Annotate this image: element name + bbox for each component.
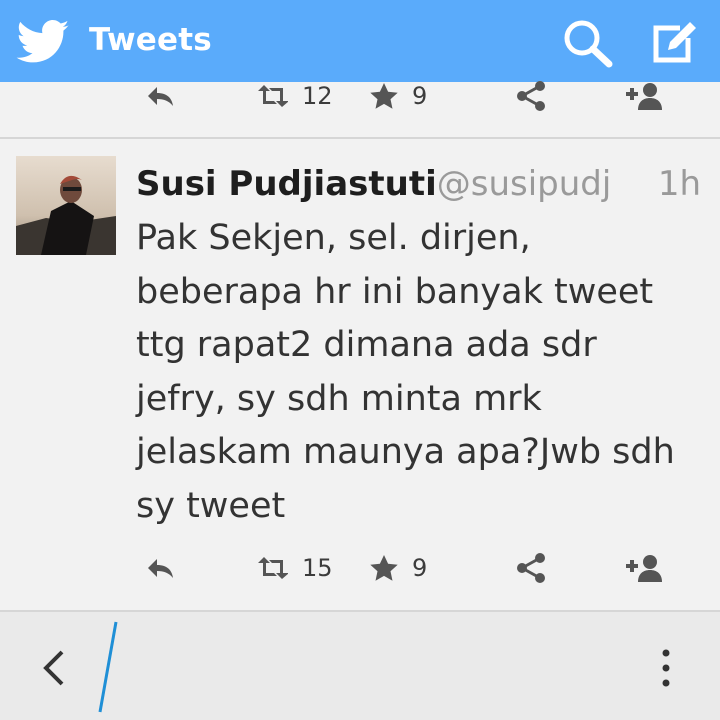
tweet-text-line: jefry, sy sdh minta mrk [136, 378, 542, 419]
retweet-icon [258, 557, 288, 579]
favorite-button[interactable]: 9 [370, 76, 427, 116]
twitter-bird-icon [16, 20, 70, 63]
retweet-icon [258, 85, 288, 107]
share-button[interactable] [516, 548, 546, 588]
tweet-text: Pak Sekjen, sel. dirjen, beberapa hr ini… [136, 212, 706, 533]
add-user-icon [626, 83, 662, 110]
reply-icon [148, 87, 173, 106]
follow-button[interactable] [626, 548, 664, 588]
tweet-divider [0, 137, 720, 139]
favorite-button[interactable]: 9 [370, 548, 427, 588]
add-user-icon [626, 555, 662, 582]
tweet-text-line: Pak Sekjen, sel. dirjen, [136, 218, 531, 258]
page-title: Tweets [89, 22, 212, 58]
tweet-text-line: beberapa hr ini banyak tweet [136, 271, 654, 312]
retweet-count: 12 [302, 82, 333, 110]
retweet-button[interactable]: 15 [258, 548, 333, 588]
favorite-count: 9 [412, 82, 428, 110]
tweet-text-line: jelaskam maunya apa?Jwb sdh [136, 432, 675, 472]
compose-icon[interactable] [650, 20, 698, 64]
bar-separator [98, 621, 118, 713]
share-icon [517, 553, 545, 583]
back-icon[interactable] [40, 648, 70, 688]
tweet-text-line: sy tweet [136, 485, 286, 526]
retweet-button[interactable]: 12 [258, 76, 333, 116]
star-icon [370, 83, 398, 109]
prev-tweet-actions: 12 9 [0, 76, 720, 116]
tweet-time: 1h [647, 164, 701, 204]
reply-icon [148, 559, 173, 578]
retweet-count: 15 [302, 554, 333, 582]
reply-button[interactable] [146, 548, 176, 588]
author-handle[interactable]: @susipudj [437, 164, 612, 204]
avatar[interactable] [16, 156, 116, 255]
tweet-text-line: ttg rapat2 dimana ada sdr [136, 325, 597, 365]
share-button[interactable] [516, 76, 546, 116]
tweet-header: Susi Pudjiastuti@susipudj 1h [136, 164, 701, 208]
tweet-actions: 15 9 [0, 548, 720, 588]
reply-button[interactable] [146, 76, 176, 116]
search-icon[interactable] [562, 18, 616, 68]
follow-button[interactable] [626, 76, 664, 116]
overflow-menu-icon[interactable] [658, 648, 674, 688]
share-icon [517, 81, 545, 111]
app-header: Tweets [0, 0, 720, 82]
author-name[interactable]: Susi Pudjiastuti [136, 164, 437, 204]
favorite-count: 9 [412, 554, 428, 582]
star-icon [370, 555, 398, 581]
